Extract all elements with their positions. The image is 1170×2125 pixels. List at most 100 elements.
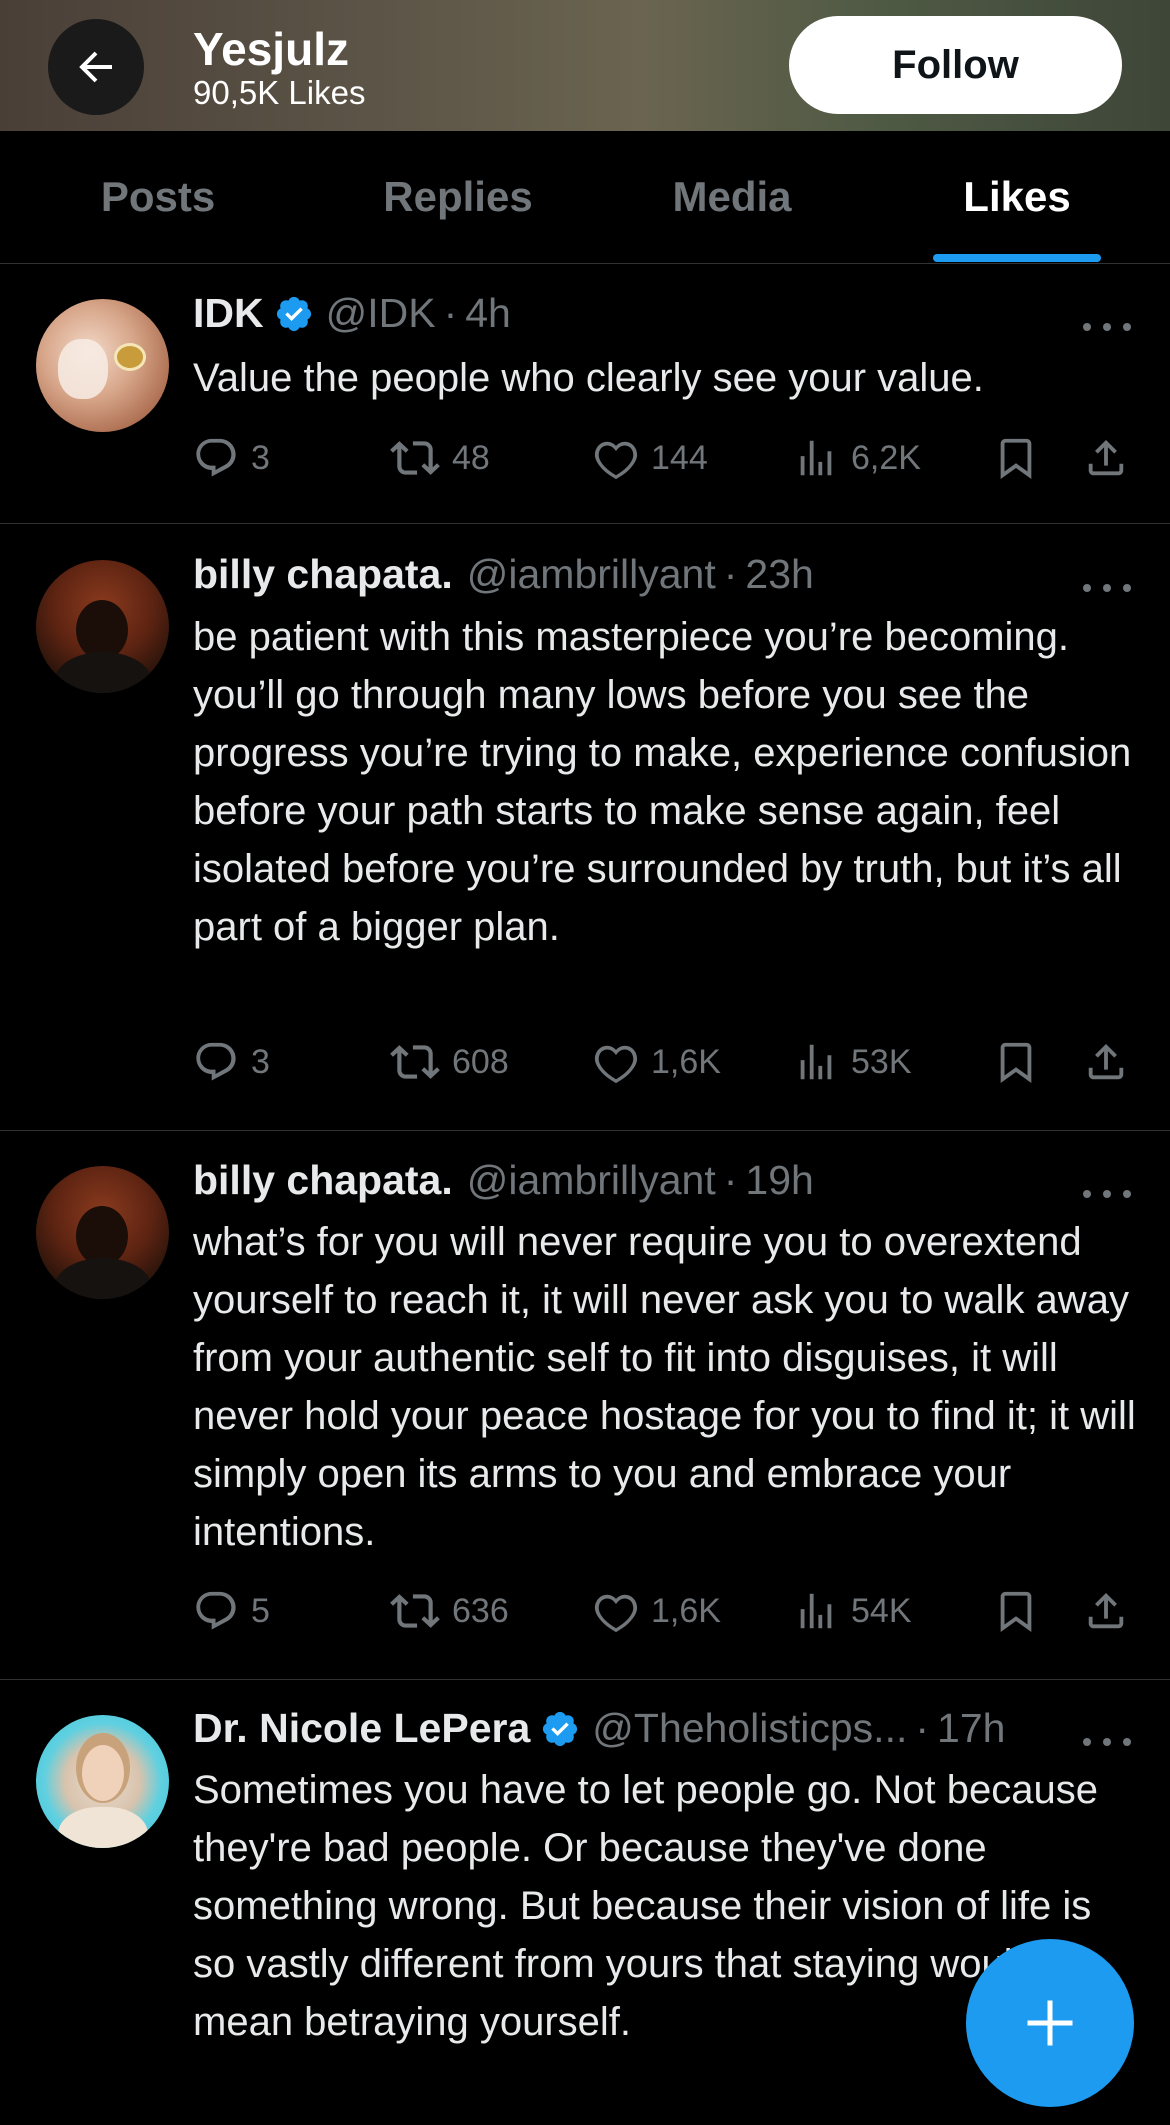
tweet-header: Dr. Nicole LePera @Theholisticps... · 17… (193, 1705, 1005, 1752)
share-icon (1088, 1043, 1124, 1080)
author-name[interactable]: billy chapata. (193, 1157, 453, 1204)
tweet-header: billy chapata. @iambrillyant · 23h (193, 551, 814, 598)
like-button[interactable]: 1,6K (593, 1032, 721, 1092)
tab-media[interactable]: Media (632, 131, 832, 263)
author-handle[interactable]: @Theholisticps... (592, 1705, 907, 1752)
tweet-text: what’s for you will never require you to… (193, 1220, 1136, 1554)
avatar[interactable] (36, 1166, 169, 1299)
more-dots-icon[interactable] (1083, 317, 1131, 337)
separator-dot: · (915, 1705, 930, 1751)
author-handle[interactable]: @IDK (326, 290, 436, 337)
back-button[interactable] (48, 19, 144, 115)
profile-header: Yesjulz 90,5K Likes Follow (0, 0, 1170, 131)
bookmark-icon (1000, 1042, 1032, 1083)
separator-dot: · (723, 1157, 738, 1203)
verified-badge-icon (540, 1709, 580, 1749)
reply-count: 3 (251, 1042, 270, 1081)
tweet-time[interactable]: 4h (465, 290, 511, 337)
author-handle[interactable]: @iambrillyant (467, 1157, 716, 1204)
like-button[interactable]: 1,6K (593, 1581, 721, 1641)
separator-dot: · (443, 290, 458, 336)
avatar[interactable] (36, 299, 169, 432)
reply-button[interactable]: 3 (193, 428, 270, 488)
repost-icon (390, 1045, 440, 1079)
like-button[interactable]: 144 (593, 428, 708, 488)
reply-button[interactable]: 5 (193, 1581, 270, 1641)
tweet-text: Value the people who clearly see your va… (193, 356, 984, 400)
avatar[interactable] (36, 560, 169, 693)
views-count: 54K (851, 1591, 912, 1630)
reply-bubble-icon (196, 1591, 236, 1630)
plus-icon (1027, 2000, 1073, 2046)
tab-posts[interactable]: Posts (58, 131, 258, 263)
author-name[interactable]: Dr. Nicole LePera (193, 1705, 530, 1752)
tweet-actions: 3 608 1,6K 53K (193, 1032, 1143, 1092)
author-name[interactable]: billy chapata. (193, 551, 453, 598)
repost-icon (390, 441, 440, 475)
views-bars-icon (800, 1593, 832, 1629)
tweet-actions: 5 636 1,6K 54K (193, 1581, 1143, 1641)
profile-tabs: Posts Replies Media Likes (0, 131, 1170, 264)
heart-icon (594, 1045, 638, 1084)
profile-name: Yesjulz (193, 23, 349, 75)
views-count: 53K (851, 1042, 912, 1081)
tweet-actions: 3 48 144 6,2K (193, 428, 1143, 488)
more-dots-icon[interactable] (1083, 578, 1131, 598)
more-dots-icon[interactable] (1083, 1184, 1131, 1204)
tab-replies[interactable]: Replies (358, 131, 558, 263)
avatar[interactable] (36, 1715, 169, 1848)
tweet[interactable]: billy chapata. @iambrillyant · 19h what’… (0, 1131, 1170, 1680)
repost-count: 636 (452, 1591, 509, 1630)
active-tab-indicator (933, 254, 1101, 262)
like-count: 1,6K (651, 1042, 721, 1081)
views-button[interactable]: 6,2K (793, 428, 921, 488)
like-count: 144 (651, 438, 708, 477)
repost-button[interactable]: 636 (390, 1581, 509, 1641)
views-count: 6,2K (851, 438, 921, 477)
heart-icon (594, 441, 638, 480)
bookmark-button[interactable] (993, 1032, 1039, 1092)
like-count: 1,6K (651, 1591, 721, 1630)
separator-dot: · (723, 551, 738, 597)
reply-bubble-icon (196, 438, 236, 477)
likes-count: 90,5K Likes (193, 74, 366, 111)
tab-likes[interactable]: Likes (917, 131, 1117, 263)
heart-icon (594, 1594, 638, 1633)
views-bars-icon (800, 440, 832, 476)
tweet-header: IDK @IDK · 4h (193, 290, 511, 337)
views-bars-icon (800, 1044, 832, 1080)
bookmark-icon (1000, 438, 1032, 479)
tweet-time[interactable]: 17h (937, 1705, 1005, 1752)
repost-icon (390, 1594, 440, 1628)
author-handle[interactable]: @iambrillyant (467, 551, 716, 598)
bookmark-button[interactable] (993, 428, 1039, 488)
tweet-time[interactable]: 23h (745, 551, 813, 598)
share-button[interactable] (1083, 428, 1129, 488)
share-icon (1088, 1592, 1124, 1629)
reply-bubble-icon (196, 1042, 236, 1081)
tweet[interactable]: IDK @IDK · 4h Value the people who clear… (0, 264, 1170, 524)
views-button[interactable]: 53K (793, 1032, 912, 1092)
tweet-time[interactable]: 19h (745, 1157, 813, 1204)
bookmark-icon (1000, 1591, 1032, 1632)
reply-count: 5 (251, 1591, 270, 1630)
repost-button[interactable]: 48 (390, 428, 490, 488)
compose-button[interactable] (966, 1939, 1134, 2107)
repost-count: 608 (452, 1042, 509, 1081)
follow-button[interactable]: Follow (789, 16, 1122, 114)
tweet-header: billy chapata. @iambrillyant · 19h (193, 1157, 814, 1204)
tweet[interactable]: billy chapata. @iambrillyant · 23h be pa… (0, 524, 1170, 1131)
repost-count: 48 (452, 438, 490, 477)
tweet-text: be patient with this masterpiece you’re … (193, 615, 1132, 949)
author-name[interactable]: IDK (193, 290, 264, 337)
share-button[interactable] (1083, 1581, 1129, 1641)
share-icon (1088, 439, 1124, 476)
more-dots-icon[interactable] (1083, 1732, 1131, 1752)
arrow-left-icon (79, 51, 112, 83)
bookmark-button[interactable] (993, 1581, 1039, 1641)
share-button[interactable] (1083, 1032, 1129, 1092)
views-button[interactable]: 54K (793, 1581, 912, 1641)
verified-badge-icon (274, 294, 314, 334)
repost-button[interactable]: 608 (390, 1032, 509, 1092)
reply-button[interactable]: 3 (193, 1032, 270, 1092)
